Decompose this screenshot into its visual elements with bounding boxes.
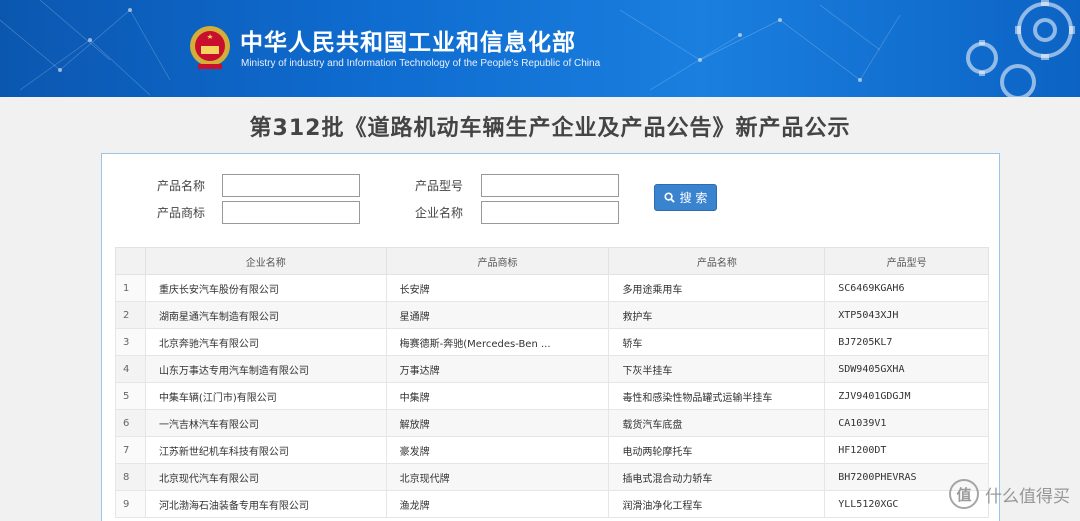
page-title: 第312批《道路机动车辆生产企业及产品公告》新产品公示 <box>249 116 851 141</box>
table-row[interactable]: 3 北京奔驰汽车有限公司 梅赛德斯-奔驰(Mercedes-Ben ... 轿车 BJ7… <box>115 328 989 356</box>
brand-cell: 梅赛德斯-奔驰(Mercedes-Ben ... <box>385 328 610 356</box>
product-name-input[interactable] <box>222 174 360 197</box>
brand-cell: 北京现代牌 <box>385 463 610 491</box>
company-name-cell: 河北渤海石油装备专用车有限公司 <box>144 490 387 518</box>
column-header-brand: 产品商标 <box>385 247 610 275</box>
brand-cell: 豪发牌 <box>385 436 610 464</box>
row-index: 7 <box>115 436 146 464</box>
product-model-input[interactable] <box>481 174 619 197</box>
product-name-cell: 轿车 <box>608 328 826 356</box>
row-index: 8 <box>115 463 146 491</box>
company-name-label: 企业名称 <box>415 206 464 220</box>
product-model-cell: XTP5043XJH <box>824 301 989 329</box>
row-index: 2 <box>115 301 146 329</box>
column-header-index <box>115 247 146 275</box>
content-panel: 产品名称 产品型号 产品商标 企业名称 搜 索 企业名称 产品商标 产品名称 产… <box>101 153 1000 521</box>
brand-cell: 渔龙牌 <box>385 490 610 518</box>
product-model-cell: CA1039V1 <box>824 409 989 437</box>
search-icon <box>664 192 675 203</box>
ministry-name-en: Ministry of industry and Information Tec… <box>241 58 601 69</box>
product-name-cell: 多用途乘用车 <box>608 274 826 302</box>
company-name-cell: 山东万事达专用汽车制造有限公司 <box>144 355 387 383</box>
column-header-product-name: 产品名称 <box>608 247 826 275</box>
company-name-cell: 中集车辆(江门市)有限公司 <box>144 382 387 410</box>
table-row[interactable]: 2 湖南星通汽车制造有限公司 星通牌 救护车 XTP5043XJH <box>115 301 989 329</box>
product-model-cell: SC6469KGAH6 <box>824 274 989 302</box>
column-header-company: 企业名称 <box>144 247 387 275</box>
product-name-cell: 下灰半挂车 <box>608 355 826 383</box>
product-name-cell: 插电式混合动力轿车 <box>608 463 826 491</box>
row-index: 4 <box>115 355 146 383</box>
company-name-cell: 一汽吉林汽车有限公司 <box>144 409 387 437</box>
watermark: 值 什么值得买 <box>949 479 1070 509</box>
table-row[interactable]: 9 河北渤海石油装备专用车有限公司 渔龙牌 润滑油净化工程车 YLL5120XGC <box>115 490 989 518</box>
product-model-cell: HF1200DT <box>824 436 989 464</box>
table-row[interactable]: 5 中集车辆(江门市)有限公司 中集牌 毒性和感染性物品罐式运输半挂车 ZJV9401G… <box>115 382 989 410</box>
national-emblem-icon <box>190 26 230 69</box>
search-button-label: 搜 索 <box>679 191 708 205</box>
search-button[interactable]: 搜 索 <box>654 184 717 211</box>
brand-cell: 星通牌 <box>385 301 610 329</box>
product-model-label: 产品型号 <box>415 179 464 193</box>
column-header-product-model: 产品型号 <box>824 247 989 275</box>
product-name-cell: 润滑油净化工程车 <box>608 490 826 518</box>
brand-cell: 长安牌 <box>385 274 610 302</box>
product-name-cell: 救护车 <box>608 301 826 329</box>
watermark-text: 什么值得买 <box>985 486 1070 507</box>
company-name-cell: 湖南星通汽车制造有限公司 <box>144 301 387 329</box>
header-banner: 中华人民共和国工业和信息化部 Ministry of industry and … <box>0 0 1080 97</box>
brand-cell: 中集牌 <box>385 382 610 410</box>
company-name-cell: 重庆长安汽车股份有限公司 <box>144 274 387 302</box>
company-name-cell: 北京现代汽车有限公司 <box>144 463 387 491</box>
row-index: 6 <box>115 409 146 437</box>
row-index: 3 <box>115 328 146 356</box>
product-brand-label: 产品商标 <box>157 206 206 220</box>
product-brand-input[interactable] <box>222 201 360 224</box>
product-name-cell: 载货汽车底盘 <box>608 409 826 437</box>
table-row[interactable]: 6 一汽吉林汽车有限公司 解放牌 载货汽车底盘 CA1039V1 <box>115 409 989 437</box>
gears-icon <box>966 0 1075 97</box>
table-header-row: 企业名称 产品商标 产品名称 产品型号 <box>115 247 989 275</box>
brand-cell: 万事达牌 <box>385 355 610 383</box>
product-name-cell: 毒性和感染性物品罐式运输半挂车 <box>608 382 826 410</box>
company-name-input[interactable] <box>481 201 619 224</box>
product-model-cell: BJ7205KL7 <box>824 328 989 356</box>
table-row[interactable]: 7 江苏新世纪机车科技有限公司 豪发牌 电动两轮摩托车 HF1200DT <box>115 436 989 464</box>
watermark-logo-icon: 值 <box>949 479 979 509</box>
table-row[interactable]: 1 重庆长安汽车股份有限公司 长安牌 多用途乘用车 SC6469KGAH6 <box>115 274 989 302</box>
brand-cell: 解放牌 <box>385 409 610 437</box>
table-row[interactable]: 8 北京现代汽车有限公司 北京现代牌 插电式混合动力轿车 BH7200PHEVRAS <box>115 463 989 491</box>
product-name-label: 产品名称 <box>157 179 206 193</box>
row-index: 9 <box>115 490 146 518</box>
table-row[interactable]: 4 山东万事达专用汽车制造有限公司 万事达牌 下灰半挂车 SDW9405GXHA <box>115 355 989 383</box>
ministry-name-cn: 中华人民共和国工业和信息化部 <box>240 30 576 56</box>
product-name-cell: 电动两轮摩托车 <box>608 436 826 464</box>
product-model-cell: SDW9405GXHA <box>824 355 989 383</box>
product-table: 企业名称 产品商标 产品名称 产品型号 1 重庆长安汽车股份有限公司 长安牌 多用途乘… <box>115 247 989 518</box>
company-name-cell: 北京奔驰汽车有限公司 <box>144 328 387 356</box>
row-index: 5 <box>115 382 146 410</box>
product-model-cell: ZJV9401GDGJM <box>824 382 989 410</box>
company-name-cell: 江苏新世纪机车科技有限公司 <box>144 436 387 464</box>
row-index: 1 <box>115 274 146 302</box>
